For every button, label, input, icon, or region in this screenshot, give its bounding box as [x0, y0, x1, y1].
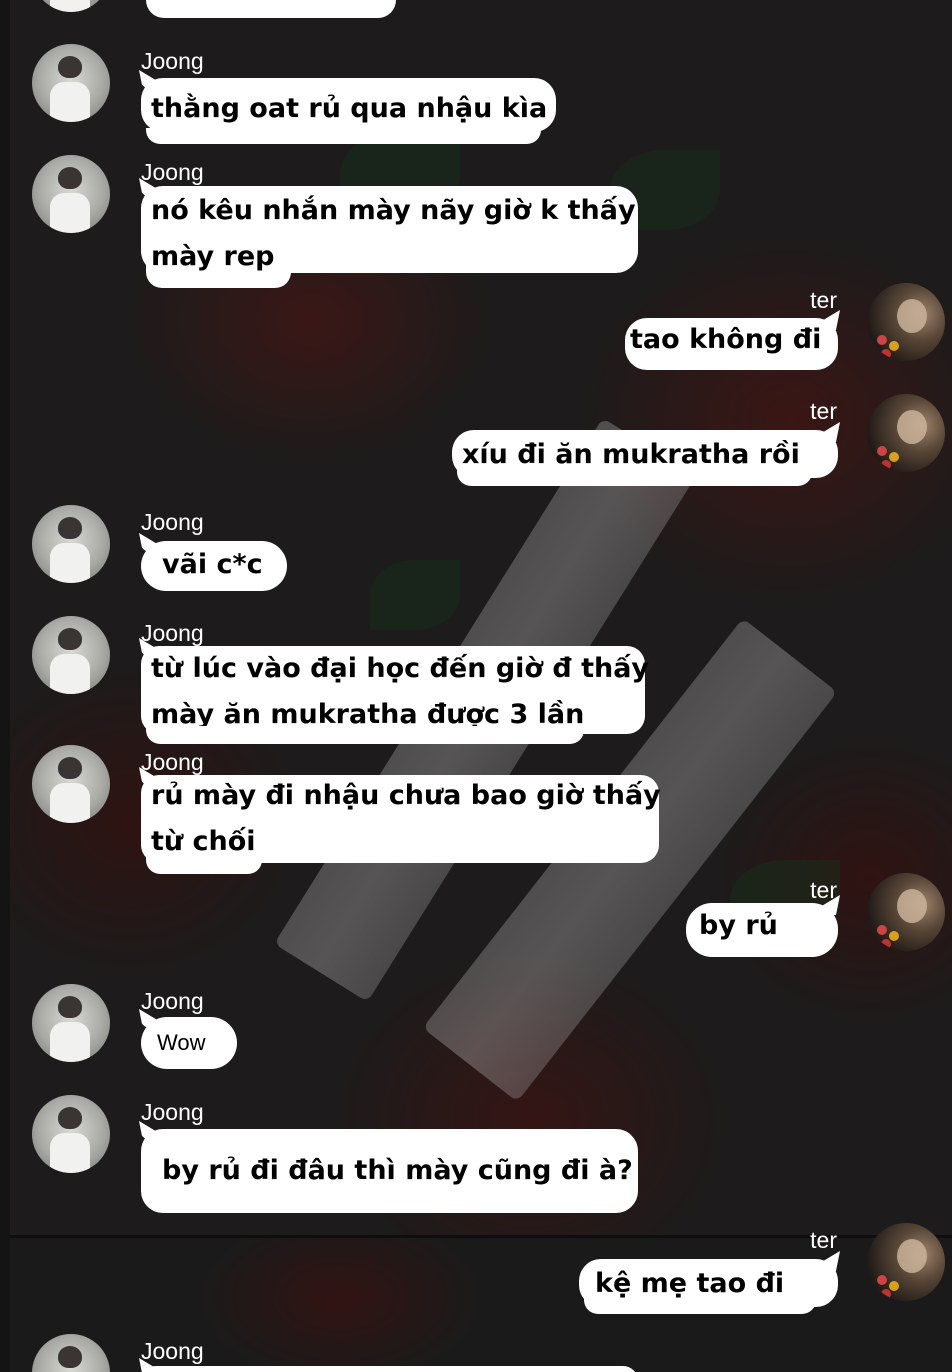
message-bubble[interactable]: thằng oat rủ qua nhậu kìa	[141, 78, 556, 132]
message-bubble-partial[interactable]	[146, 0, 396, 18]
message-text-line-2: mày rep	[151, 241, 275, 272]
message-bubble[interactable]: rủ mày đi nhậu chưa bao giờ thấy từ chối	[141, 775, 661, 863]
message-text: by rủ đi đâu thì mày cũng đi à?	[162, 1155, 633, 1186]
sender-name: ter	[810, 398, 837, 424]
message-bubble[interactable]: vãi c*c	[141, 541, 287, 591]
avatar-joong[interactable]	[32, 745, 110, 823]
sender-name: Joong	[141, 1099, 204, 1125]
bubble-shadow	[146, 856, 262, 874]
sender-name: ter	[810, 877, 837, 903]
chat-screen: Joong thằng oat rủ qua nhậu kìa Joong nó…	[0, 0, 952, 1372]
avatar-joong[interactable]	[32, 616, 110, 694]
message-bubble[interactable]: by rủ	[686, 903, 838, 957]
message-bubble[interactable]: by rủ đi đâu thì mày cũng đi à?	[141, 1129, 638, 1213]
bubble-shadow	[457, 470, 812, 486]
message-bubble[interactable]: từ lúc vào đại học đến giờ đ thấy mày ăn…	[141, 646, 650, 734]
sender-name: Joong	[141, 620, 204, 646]
avatar-ter[interactable]	[867, 283, 945, 361]
avatar-ter[interactable]	[867, 394, 945, 472]
bubble-shadow	[146, 726, 584, 744]
avatar-joong[interactable]	[32, 44, 110, 122]
left-edge	[0, 0, 10, 1372]
message-bubble[interactable]: tao không đi	[625, 318, 838, 370]
sender-name: Joong	[141, 159, 204, 185]
message-bubble-line-2[interactable]: mày rep	[146, 240, 291, 288]
bubble-shadow	[584, 1298, 816, 1314]
message-bubble-partial[interactable]	[141, 1366, 638, 1372]
message-text-line-1: từ lúc vào đại học đến giờ đ thấy	[151, 653, 650, 684]
sender-name: ter	[810, 287, 837, 313]
sender-name: Joong	[141, 988, 204, 1014]
avatar-joong[interactable]	[32, 505, 110, 583]
avatar-joong[interactable]	[32, 155, 110, 233]
avatar-joong[interactable]	[32, 984, 110, 1062]
message-text: Wow	[157, 1030, 206, 1055]
sender-name: Joong	[141, 48, 204, 74]
message-text-line-1: rủ mày đi nhậu chưa bao giờ thấy	[151, 780, 661, 811]
sender-name: ter	[810, 1227, 837, 1253]
message-text: thằng oat rủ qua nhậu kìa	[151, 93, 548, 124]
sender-name: Joong	[141, 509, 204, 535]
avatar-ter[interactable]	[867, 1223, 945, 1301]
message-text: vãi c*c	[162, 549, 263, 580]
avatar-joong[interactable]	[32, 1095, 110, 1173]
message-text: by rủ	[699, 910, 778, 941]
sender-name: Joong	[141, 1338, 204, 1364]
message-text: tao không đi	[630, 324, 822, 355]
message-text-line-1: nó kêu nhắn mày nãy giờ k thấy	[151, 195, 636, 226]
sender-name: Joong	[141, 749, 204, 775]
message-bubble[interactable]: Wow	[141, 1017, 237, 1069]
bubble-shadow	[146, 128, 541, 144]
avatar-ter[interactable]	[867, 873, 945, 951]
